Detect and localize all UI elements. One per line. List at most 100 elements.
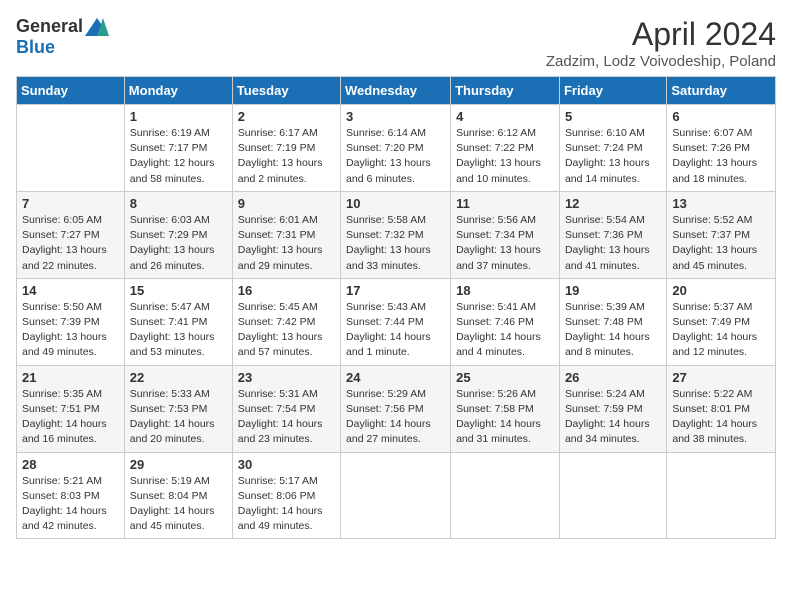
calendar-cell: 9Sunrise: 6:01 AM Sunset: 7:31 PM Daylig… [232, 191, 340, 278]
week-row-1: 1 Sunrise: 6:19 AM Sunset: 7:17 PM Daylig… [17, 105, 776, 192]
cell-content: Sunrise: 6:17 AM Sunset: 7:19 PM Dayligh… [238, 126, 335, 187]
day-number: 7 [22, 196, 119, 211]
cell-content: Sunrise: 5:50 AM Sunset: 7:39 PM Dayligh… [22, 300, 119, 361]
day-number: 20 [672, 283, 770, 298]
cell-content: Sunrise: 5:35 AM Sunset: 7:51 PM Dayligh… [22, 387, 119, 448]
day-number: 29 [130, 457, 227, 472]
day-number: 10 [346, 196, 445, 211]
cell-content: Sunrise: 6:10 AM Sunset: 7:24 PM Dayligh… [565, 126, 661, 187]
calendar-cell [451, 452, 560, 539]
calendar-cell: 21 Sunrise: 5:35 AM Sunset: 7:51 PM Dayli… [17, 365, 125, 452]
calendar-cell: 6 Sunrise: 6:07 AM Sunset: 7:26 PM Daylig… [667, 105, 776, 192]
day-number: 11 [456, 196, 554, 211]
day-number: 21 [22, 370, 119, 385]
day-number: 15 [130, 283, 227, 298]
weekday-header-tuesday: Tuesday [232, 77, 340, 105]
day-number: 25 [456, 370, 554, 385]
week-row-3: 14 Sunrise: 5:50 AM Sunset: 7:39 PM Dayli… [17, 278, 776, 365]
cell-content: Sunrise: 5:58 AM Sunset: 7:32 PM Dayligh… [346, 213, 445, 274]
cell-content: Sunrise: 5:54 AM Sunset: 7:36 PM Dayligh… [565, 213, 661, 274]
calendar-cell: 28 Sunrise: 5:21 AM Sunset: 8:03 PM Dayli… [17, 452, 125, 539]
calendar-cell [667, 452, 776, 539]
day-number: 1 [130, 109, 227, 124]
cell-content: Sunrise: 6:01 AM Sunset: 7:31 PM Dayligh… [238, 213, 335, 274]
day-number: 22 [130, 370, 227, 385]
day-number: 27 [672, 370, 770, 385]
calendar-body: 1 Sunrise: 6:19 AM Sunset: 7:17 PM Daylig… [17, 105, 776, 539]
calendar-cell: 5 Sunrise: 6:10 AM Sunset: 7:24 PM Daylig… [559, 105, 666, 192]
logo-blue: Blue [16, 37, 55, 58]
day-number: 17 [346, 283, 445, 298]
calendar-cell: 15 Sunrise: 5:47 AM Sunset: 7:41 PM Dayli… [124, 278, 232, 365]
calendar-cell: 11 Sunrise: 5:56 AM Sunset: 7:34 PM Dayli… [451, 191, 560, 278]
calendar-cell [17, 105, 125, 192]
weekday-header-sunday: Sunday [17, 77, 125, 105]
day-number: 23 [238, 370, 335, 385]
cell-content: Sunrise: 6:14 AM Sunset: 7:20 PM Dayligh… [346, 126, 445, 187]
day-number: 18 [456, 283, 554, 298]
cell-content: Sunrise: 5:21 AM Sunset: 8:03 PM Dayligh… [22, 474, 119, 535]
week-row-2: 7 Sunrise: 6:05 AM Sunset: 7:27 PM Daylig… [17, 191, 776, 278]
header: General Blue April 2024 Zadzim, Lodz Voi… [16, 16, 776, 70]
day-number: 5 [565, 109, 661, 124]
calendar-cell: 26Sunrise: 5:24 AM Sunset: 7:59 PM Dayli… [559, 365, 666, 452]
week-row-5: 28 Sunrise: 5:21 AM Sunset: 8:03 PM Dayli… [17, 452, 776, 539]
calendar-cell: 29 Sunrise: 5:19 AM Sunset: 8:04 PM Dayli… [124, 452, 232, 539]
calendar-cell: 24 Sunrise: 5:29 AM Sunset: 7:56 PM Dayli… [341, 365, 451, 452]
day-number: 6 [672, 109, 770, 124]
cell-content: Sunrise: 6:07 AM Sunset: 7:26 PM Dayligh… [672, 126, 770, 187]
calendar-cell: 17 Sunrise: 5:43 AM Sunset: 7:44 PM Dayli… [341, 278, 451, 365]
day-number: 24 [346, 370, 445, 385]
weekday-header-thursday: Thursday [451, 77, 560, 105]
cell-content: Sunrise: 5:22 AM Sunset: 8:01 PM Dayligh… [672, 387, 770, 448]
location-title: Zadzim, Lodz Voivodeship, Poland [546, 53, 776, 70]
cell-content: Sunrise: 5:37 AM Sunset: 7:49 PM Dayligh… [672, 300, 770, 361]
cell-content: Sunrise: 6:19 AM Sunset: 7:17 PM Dayligh… [130, 126, 227, 187]
calendar-cell: 1 Sunrise: 6:19 AM Sunset: 7:17 PM Daylig… [124, 105, 232, 192]
calendar-cell: 7 Sunrise: 6:05 AM Sunset: 7:27 PM Daylig… [17, 191, 125, 278]
day-number: 13 [672, 196, 770, 211]
day-number: 16 [238, 283, 335, 298]
cell-content: Sunrise: 5:31 AM Sunset: 7:54 PM Dayligh… [238, 387, 335, 448]
cell-content: Sunrise: 5:26 AM Sunset: 7:58 PM Dayligh… [456, 387, 554, 448]
weekday-header-wednesday: Wednesday [341, 77, 451, 105]
cell-content: Sunrise: 5:43 AM Sunset: 7:44 PM Dayligh… [346, 300, 445, 361]
weekday-header-row: SundayMondayTuesdayWednesdayThursdayFrid… [17, 77, 776, 105]
calendar-cell: 13 Sunrise: 5:52 AM Sunset: 7:37 PM Dayli… [667, 191, 776, 278]
day-number: 8 [130, 196, 227, 211]
calendar-cell: 12Sunrise: 5:54 AM Sunset: 7:36 PM Dayli… [559, 191, 666, 278]
calendar-cell: 2 Sunrise: 6:17 AM Sunset: 7:19 PM Daylig… [232, 105, 340, 192]
weekday-header-saturday: Saturday [667, 77, 776, 105]
cell-content: Sunrise: 5:29 AM Sunset: 7:56 PM Dayligh… [346, 387, 445, 448]
calendar-cell: 18 Sunrise: 5:41 AM Sunset: 7:46 PM Dayli… [451, 278, 560, 365]
calendar-cell: 4 Sunrise: 6:12 AM Sunset: 7:22 PM Daylig… [451, 105, 560, 192]
day-number: 4 [456, 109, 554, 124]
calendar-cell: 27 Sunrise: 5:22 AM Sunset: 8:01 PM Dayli… [667, 365, 776, 452]
cell-content: Sunrise: 5:33 AM Sunset: 7:53 PM Dayligh… [130, 387, 227, 448]
weekday-header-friday: Friday [559, 77, 666, 105]
calendar-cell: 19 Sunrise: 5:39 AM Sunset: 7:48 PM Dayli… [559, 278, 666, 365]
cell-content: Sunrise: 6:12 AM Sunset: 7:22 PM Dayligh… [456, 126, 554, 187]
calendar-cell: 14 Sunrise: 5:50 AM Sunset: 7:39 PM Dayli… [17, 278, 125, 365]
day-number: 30 [238, 457, 335, 472]
cell-content: Sunrise: 5:41 AM Sunset: 7:46 PM Dayligh… [456, 300, 554, 361]
calendar-cell: 8Sunrise: 6:03 AM Sunset: 7:29 PM Daylig… [124, 191, 232, 278]
day-number: 28 [22, 457, 119, 472]
calendar-cell: 22 Sunrise: 5:33 AM Sunset: 7:53 PM Dayli… [124, 365, 232, 452]
calendar-cell [559, 452, 666, 539]
day-number: 19 [565, 283, 661, 298]
calendar-cell: 3 Sunrise: 6:14 AM Sunset: 7:20 PM Daylig… [341, 105, 451, 192]
day-number: 3 [346, 109, 445, 124]
calendar-cell [341, 452, 451, 539]
day-number: 14 [22, 283, 119, 298]
cell-content: Sunrise: 6:05 AM Sunset: 7:27 PM Dayligh… [22, 213, 119, 274]
calendar-cell: 23 Sunrise: 5:31 AM Sunset: 7:54 PM Dayli… [232, 365, 340, 452]
day-number: 2 [238, 109, 335, 124]
cell-content: Sunrise: 5:52 AM Sunset: 7:37 PM Dayligh… [672, 213, 770, 274]
calendar-cell: 30Sunrise: 5:17 AM Sunset: 8:06 PM Dayli… [232, 452, 340, 539]
cell-content: Sunrise: 5:39 AM Sunset: 7:48 PM Dayligh… [565, 300, 661, 361]
week-row-4: 21 Sunrise: 5:35 AM Sunset: 7:51 PM Dayli… [17, 365, 776, 452]
cell-content: Sunrise: 5:47 AM Sunset: 7:41 PM Dayligh… [130, 300, 227, 361]
cell-content: Sunrise: 5:19 AM Sunset: 8:04 PM Dayligh… [130, 474, 227, 535]
cell-content: Sunrise: 5:56 AM Sunset: 7:34 PM Dayligh… [456, 213, 554, 274]
